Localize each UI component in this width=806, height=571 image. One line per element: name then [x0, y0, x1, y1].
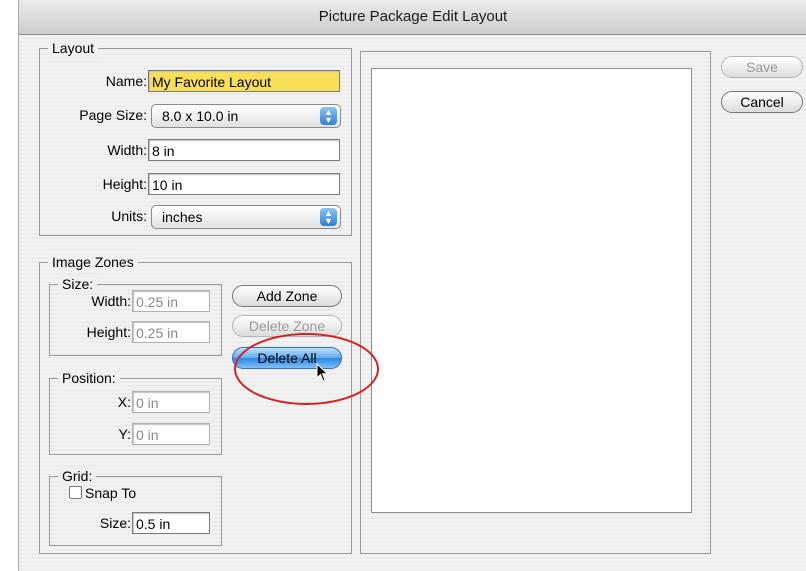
grid-size-label: Size:	[99, 515, 131, 531]
snap-to-checkbox[interactable]	[69, 486, 82, 499]
height-field[interactable]: 10 in	[148, 173, 340, 195]
y-label: Y:	[118, 426, 131, 442]
zone-height-label: Height:	[86, 324, 131, 340]
page-size-label: Page Size:	[79, 107, 147, 123]
position-group-title: Position:	[58, 369, 120, 387]
popup-arrows-icon: ▲ ▼	[320, 208, 337, 226]
page-size-select[interactable]: 8.0 x 10.0 in ▲ ▼	[151, 104, 341, 128]
window-title: Picture Package Edit Layout	[19, 0, 806, 35]
units-label: Units:	[111, 208, 147, 224]
zone-width-field[interactable]: 0.25 in	[132, 290, 210, 312]
cancel-button[interactable]: Cancel	[721, 91, 803, 113]
units-value: inches	[162, 209, 203, 225]
grid-size-field[interactable]: 0.5 in	[132, 512, 210, 534]
edit-layout-dialog: Picture Package Edit Layout Layout Name:…	[18, 0, 806, 571]
image-zones-title: Image Zones	[48, 253, 138, 271]
width-field[interactable]: 8 in	[148, 139, 340, 161]
layout-group-title: Layout	[48, 39, 99, 57]
name-field[interactable]: My Favorite Layout	[148, 70, 340, 92]
height-label: Height:	[102, 176, 147, 192]
add-zone-button[interactable]: Add Zone	[232, 285, 342, 307]
name-label: Name:	[105, 73, 147, 89]
zone-width-label: Width:	[91, 293, 131, 309]
y-field[interactable]: 0 in	[132, 423, 210, 445]
mouse-pointer-icon	[316, 363, 329, 382]
annotation-circle	[234, 333, 379, 405]
x-label: X:	[117, 394, 131, 410]
units-select[interactable]: inches ▲ ▼	[151, 205, 341, 229]
x-field[interactable]: 0 in	[132, 391, 210, 413]
layout-preview-canvas[interactable]	[371, 68, 692, 513]
popup-arrows-icon: ▲ ▼	[320, 107, 337, 125]
save-button[interactable]: Save	[721, 56, 803, 78]
zone-height-field[interactable]: 0.25 in	[132, 321, 210, 343]
width-label: Width:	[107, 142, 147, 158]
snap-to-label: Snap To	[85, 485, 137, 501]
page-size-value: 8.0 x 10.0 in	[162, 108, 239, 124]
